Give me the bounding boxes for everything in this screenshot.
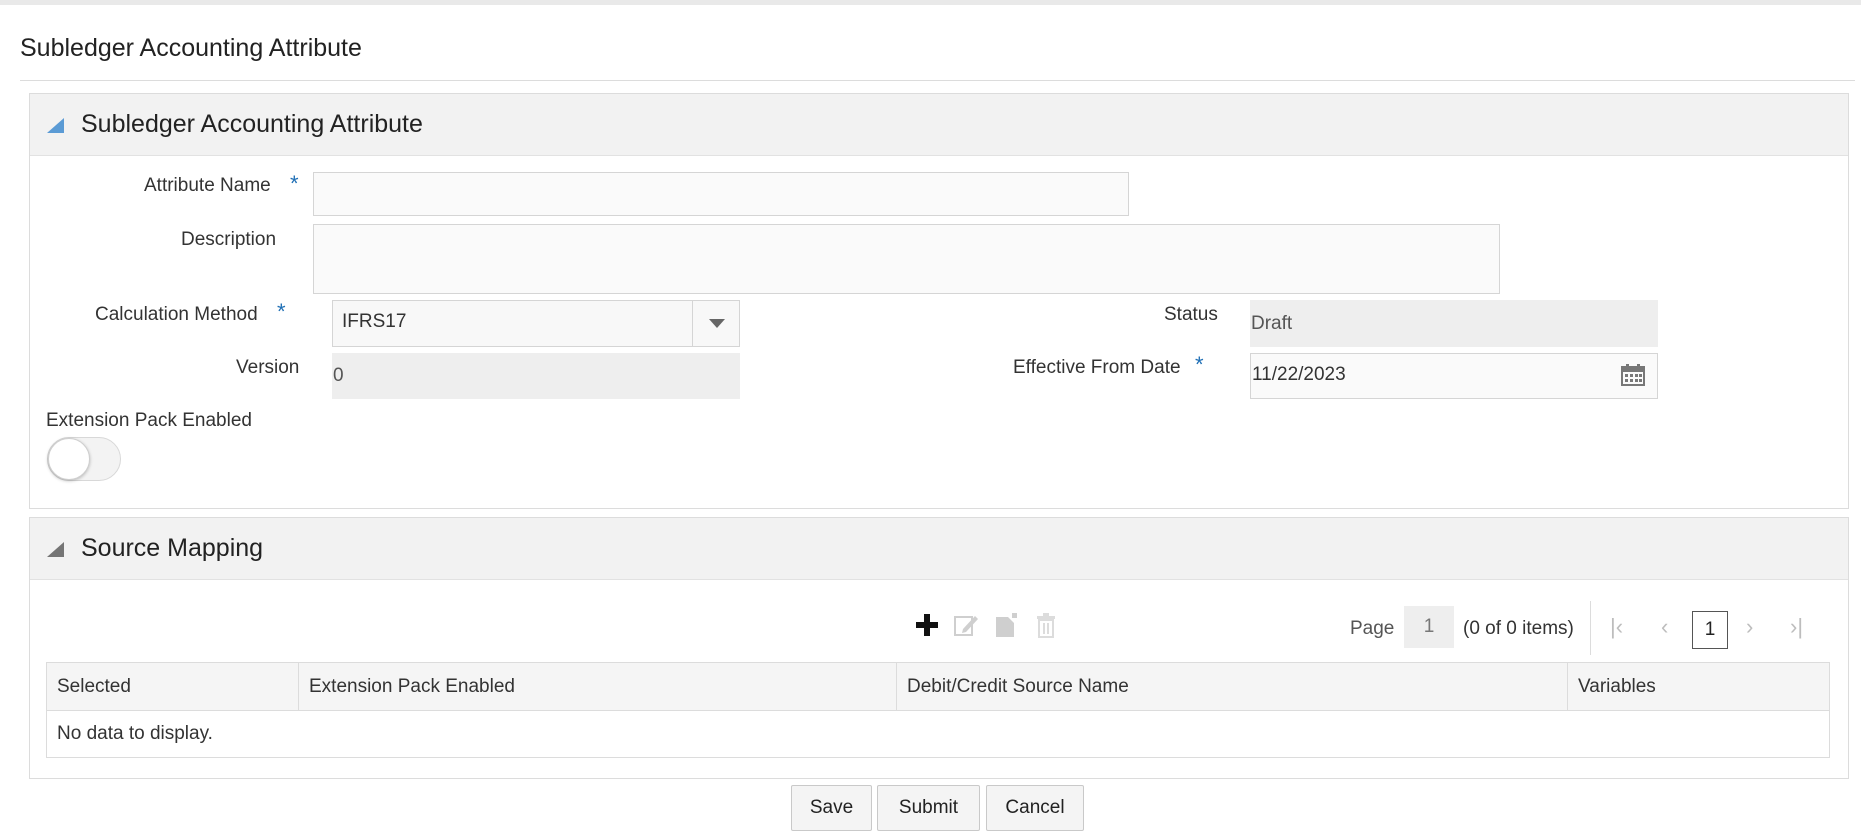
collapse-triangle-icon[interactable]: [47, 542, 64, 557]
status-value: Draft: [1250, 300, 1658, 347]
delete-icon[interactable]: [1033, 612, 1059, 638]
collapse-triangle-icon[interactable]: [47, 118, 64, 133]
version-value: 0: [332, 353, 740, 399]
title-divider: [20, 80, 1855, 81]
page-number-input[interactable]: 1: [1404, 606, 1454, 648]
page-title: Subledger Accounting Attribute: [20, 34, 362, 62]
attribute-panel-title: Subledger Accounting Attribute: [81, 110, 423, 138]
top-bar: [0, 0, 1861, 5]
attribute-name-label: Attribute Name: [144, 175, 271, 196]
source-mapping-panel-header[interactable]: Source Mapping: [30, 518, 1848, 580]
calculation-method-select[interactable]: IFRS17: [332, 300, 740, 347]
add-icon[interactable]: [914, 612, 940, 638]
version-label: Version: [236, 357, 300, 378]
calculation-method-required-icon: *: [277, 299, 286, 324]
effective-from-date-value: 11/22/2023: [1252, 364, 1346, 385]
current-page-button[interactable]: 1: [1692, 611, 1728, 649]
pager-items-count: (0 of 0 items): [1463, 618, 1574, 639]
pager-page-label: Page: [1350, 618, 1395, 639]
source-mapping-table: Selected Extension Pack Enabled Debit/Cr…: [46, 662, 1830, 758]
attribute-name-required-icon: *: [290, 171, 299, 196]
table-header: Selected Extension Pack Enabled Debit/Cr…: [47, 663, 1829, 711]
column-header-extension-pack-enabled[interactable]: Extension Pack Enabled: [299, 663, 897, 710]
description-label: Description: [181, 229, 277, 250]
chevron-down-icon[interactable]: [709, 319, 725, 328]
effective-from-date-label: Effective From Date: [1013, 357, 1181, 378]
first-page-icon[interactable]: |‹: [1610, 614, 1623, 640]
extension-pack-label: Extension Pack Enabled: [46, 410, 252, 431]
save-button[interactable]: Save: [791, 785, 872, 831]
calculation-method-label: Calculation Method: [95, 304, 258, 325]
effective-from-date-input[interactable]: 11/22/2023: [1250, 353, 1658, 399]
pager-divider: [1590, 601, 1591, 655]
edit-icon[interactable]: [953, 612, 979, 638]
toggle-knob: [48, 438, 90, 480]
attribute-panel-header[interactable]: Subledger Accounting Attribute: [30, 94, 1848, 156]
cancel-button[interactable]: Cancel: [986, 785, 1084, 831]
copy-icon[interactable]: [993, 612, 1019, 638]
effective-from-date-required-icon: *: [1195, 352, 1204, 377]
column-header-debit-credit-source-name[interactable]: Debit/Credit Source Name: [897, 663, 1568, 710]
select-divider: [692, 301, 693, 346]
status-label: Status: [1164, 304, 1218, 325]
attribute-name-input[interactable]: [313, 172, 1129, 216]
column-header-variables[interactable]: Variables: [1568, 663, 1829, 710]
column-header-selected[interactable]: Selected: [47, 663, 299, 710]
prev-page-icon[interactable]: ‹: [1661, 614, 1668, 640]
table-empty-message: No data to display.: [57, 723, 213, 744]
extension-pack-toggle[interactable]: [47, 437, 121, 481]
source-mapping-title: Source Mapping: [81, 534, 264, 562]
submit-button[interactable]: Submit: [877, 785, 980, 831]
calculation-method-value: IFRS17: [342, 311, 407, 332]
next-page-icon[interactable]: ›: [1746, 614, 1753, 640]
calendar-icon[interactable]: [1621, 364, 1645, 386]
last-page-icon[interactable]: ›|: [1790, 614, 1803, 640]
description-textarea[interactable]: [313, 224, 1500, 294]
